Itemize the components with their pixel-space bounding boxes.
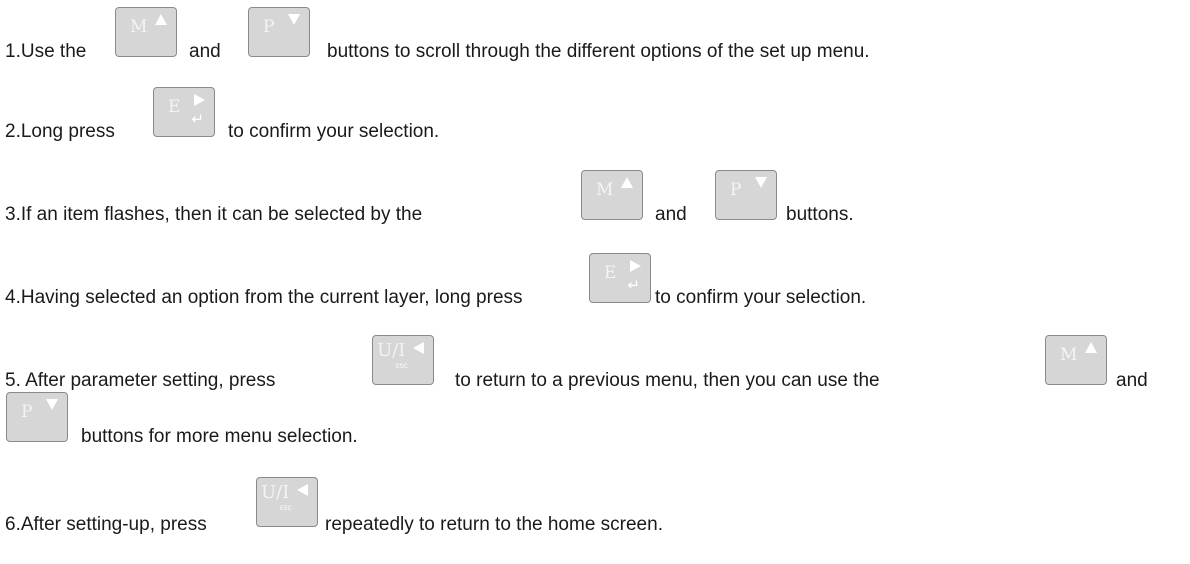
step-text: 4.Having selected an option from the cur… bbox=[5, 287, 523, 308]
button-letter: M bbox=[596, 180, 614, 200]
step-5-continued: P buttons for more menu selection. bbox=[5, 392, 1185, 452]
enter-arrow-icon: ↵ bbox=[627, 276, 640, 294]
step-text: to confirm your selection. bbox=[228, 121, 440, 142]
p-down-button[interactable]: P bbox=[715, 170, 777, 220]
step-text: repeatedly to return to the home screen. bbox=[325, 514, 663, 535]
step-text: buttons to scroll through the different … bbox=[327, 41, 870, 62]
up-triangle-icon bbox=[1085, 342, 1097, 353]
down-triangle-icon bbox=[288, 14, 300, 25]
button-letter: P bbox=[263, 17, 275, 37]
enter-arrow-icon: ↵ bbox=[191, 110, 204, 128]
button-letter: M bbox=[1060, 345, 1078, 365]
e-enter-button[interactable]: E ↵ bbox=[589, 253, 651, 303]
step-2: 2.Long press E ↵ to confirm your selecti… bbox=[5, 80, 1185, 142]
up-triangle-icon bbox=[155, 14, 167, 25]
up-triangle-icon bbox=[621, 177, 633, 188]
button-letter: E bbox=[604, 263, 617, 283]
ui-esc-button[interactable]: U/I ESC bbox=[372, 335, 434, 385]
left-triangle-icon bbox=[413, 342, 424, 354]
step-text: 2.Long press bbox=[5, 121, 115, 142]
step-5: 5. After parameter setting, press U/I ES… bbox=[5, 330, 1185, 391]
step-text: 3.If an item flashes, then it can be sel… bbox=[5, 204, 423, 225]
step-text: and bbox=[1116, 370, 1148, 391]
m-up-button[interactable]: M bbox=[581, 170, 643, 220]
instructions-page: 1.Use the M and P buttons to scroll thro… bbox=[0, 0, 1190, 564]
step-text: and bbox=[655, 204, 687, 225]
step-6: 6.After setting-up, press U/I ESC repeat… bbox=[5, 472, 1185, 535]
step-text: 1.Use the bbox=[5, 41, 87, 62]
button-letter: U/I bbox=[261, 482, 290, 503]
step-text: buttons. bbox=[786, 204, 854, 225]
step-text: to return to a previous menu, then you c… bbox=[455, 370, 880, 391]
step-text: buttons for more menu selection. bbox=[81, 426, 358, 447]
esc-label: ESC bbox=[280, 505, 292, 512]
p-down-button[interactable]: P bbox=[6, 392, 68, 442]
m-up-button[interactable]: M bbox=[1045, 335, 1107, 385]
step-3: 3.If an item flashes, then it can be sel… bbox=[5, 162, 1185, 225]
step-text: and bbox=[189, 41, 221, 62]
step-4: 4.Having selected an option from the cur… bbox=[5, 246, 1185, 308]
ui-esc-button[interactable]: U/I ESC bbox=[256, 477, 318, 527]
m-up-button[interactable]: M bbox=[115, 7, 177, 57]
p-down-button[interactable]: P bbox=[248, 7, 310, 57]
step-text: to confirm your selection. bbox=[655, 287, 867, 308]
button-letter: M bbox=[130, 17, 148, 37]
step-text: 5. After parameter setting, press bbox=[5, 370, 276, 391]
down-triangle-icon bbox=[46, 399, 58, 410]
right-triangle-icon bbox=[194, 94, 205, 106]
e-enter-button[interactable]: E ↵ bbox=[153, 87, 215, 137]
step-text: 6.After setting-up, press bbox=[5, 514, 207, 535]
esc-label: ESC bbox=[396, 363, 408, 370]
right-triangle-icon bbox=[630, 260, 641, 272]
button-letter: E bbox=[168, 97, 181, 117]
down-triangle-icon bbox=[755, 177, 767, 188]
button-letter: P bbox=[730, 180, 742, 200]
button-letter: U/I bbox=[377, 340, 406, 361]
left-triangle-icon bbox=[297, 484, 308, 496]
button-letter: P bbox=[21, 402, 33, 422]
step-1: 1.Use the M and P buttons to scroll thro… bbox=[5, 0, 1185, 62]
